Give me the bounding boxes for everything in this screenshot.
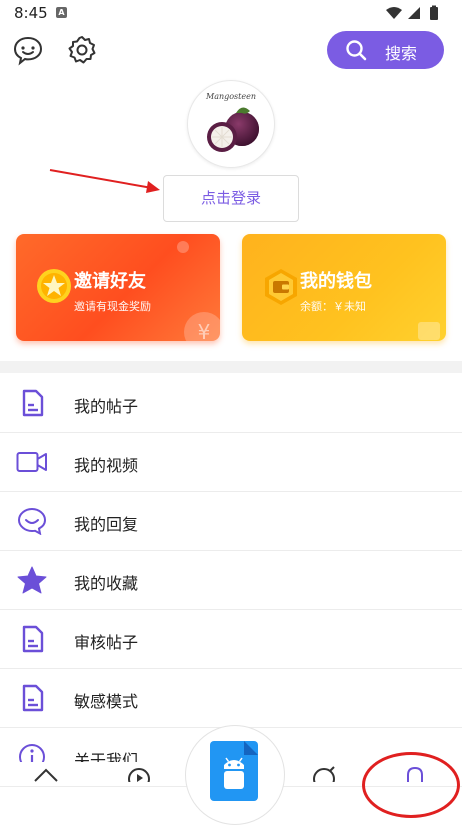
status-time: 8:45 — [14, 4, 48, 22]
wallet-balance: 余额：￥未知 — [300, 300, 366, 313]
menu-label: 我的视频 — [74, 456, 139, 475]
notification-icon: A — [56, 7, 67, 18]
document-icon — [22, 684, 44, 712]
decor-circle-icon — [177, 241, 189, 253]
menu-item-my-replies[interactable]: 我的回复 — [0, 492, 462, 551]
search-label: 搜索 — [385, 44, 418, 63]
menu-label: 我的收藏 — [74, 574, 139, 593]
menu-label: 审核帖子 — [74, 633, 139, 652]
top-bar: 搜索 — [0, 28, 462, 72]
video-icon — [16, 452, 47, 472]
document-icon — [22, 625, 44, 653]
wallet-title: 我的钱包 — [300, 271, 372, 292]
invite-title: 邀请好友 — [74, 271, 146, 292]
chat-icon[interactable] — [12, 34, 44, 66]
status-icons — [384, 5, 448, 25]
menu-label: 敏感模式 — [74, 692, 139, 711]
search-button[interactable]: 搜索 — [327, 31, 444, 69]
mangosteen-logo: Mangosteen — [205, 92, 259, 152]
smile-chat-icon — [17, 507, 47, 535]
svg-text:¥: ¥ — [198, 320, 211, 341]
annotation-arrow — [49, 169, 160, 193]
section-divider — [0, 361, 462, 373]
menu-item-review-posts[interactable]: 审核帖子 — [0, 610, 462, 669]
login-button[interactable]: 点击登录 — [163, 175, 299, 222]
gear-icon[interactable] — [66, 34, 98, 66]
search-icon — [346, 40, 367, 61]
menu-item-my-videos[interactable]: 我的视频 — [0, 433, 462, 492]
menu-item-sensitive-mode[interactable]: 敏感模式 — [0, 669, 462, 728]
publish-button[interactable] — [185, 725, 285, 825]
annotation-circle — [362, 752, 460, 818]
invite-subtitle: 邀请有现金奖励 — [74, 300, 151, 313]
avatar-caption: Mangosteen — [205, 92, 256, 101]
discover-icon[interactable] — [311, 766, 337, 782]
avatar[interactable]: Mangosteen — [187, 80, 275, 168]
wifi-signal-battery-icon — [386, 5, 438, 20]
android-app-icon — [210, 741, 258, 801]
invite-friends-card[interactable]: ¥ 邀请好友 邀请有现金奖励 — [16, 234, 220, 341]
star-icon — [17, 566, 47, 594]
star-badge-icon — [37, 269, 71, 303]
home-icon[interactable] — [33, 768, 59, 782]
yen-coin-icon: ¥ — [184, 312, 220, 341]
decor-card-icon — [418, 322, 440, 340]
menu-label: 我的回复 — [74, 515, 139, 534]
menu-item-my-posts[interactable]: 我的帖子 — [0, 374, 462, 433]
wallet-badge-icon — [265, 269, 297, 305]
wallet-card[interactable]: 我的钱包 余额：￥未知 — [242, 234, 446, 341]
document-icon — [22, 389, 44, 417]
menu-item-my-favorites[interactable]: 我的收藏 — [0, 551, 462, 610]
menu-label: 我的帖子 — [74, 397, 139, 416]
play-icon[interactable] — [126, 766, 152, 782]
status-bar: 8:45 A — [0, 0, 462, 26]
